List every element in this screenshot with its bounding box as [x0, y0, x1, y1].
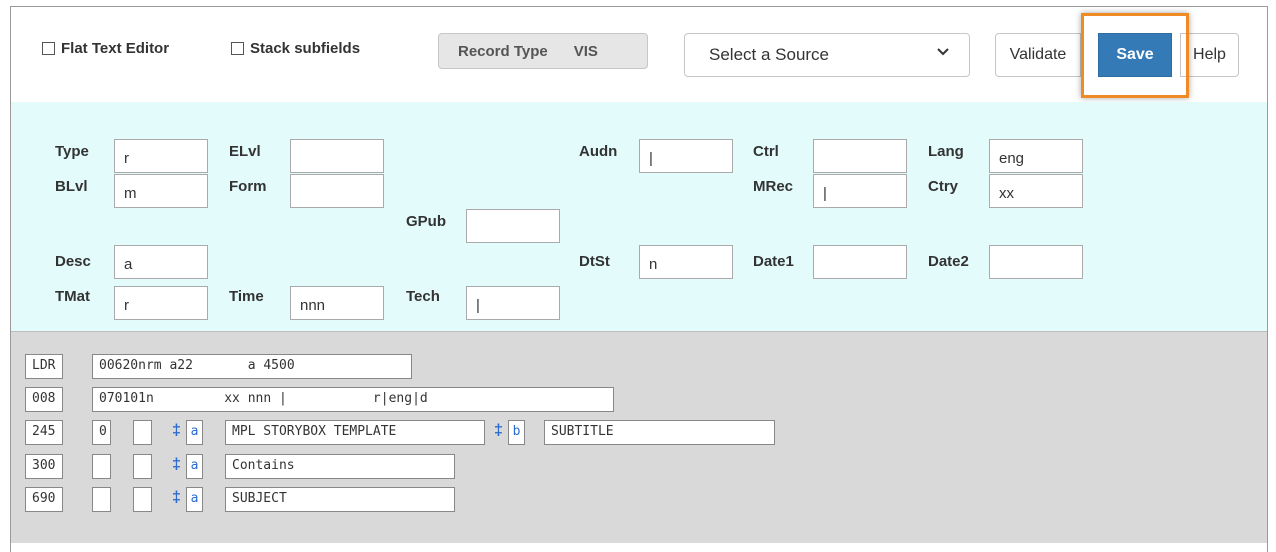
date2-label: Date2 — [928, 253, 969, 270]
chevron-down-icon — [937, 48, 949, 56]
245-subfield-code-b[interactable]: b — [508, 420, 525, 445]
subfield-delimiter: ‡ — [494, 422, 503, 439]
marc-row-300: 300 ‡ a Contains — [11, 454, 1267, 479]
008-tag[interactable]: 008 — [25, 387, 63, 412]
save-highlight-box — [1081, 13, 1189, 98]
record-type-badge: Record Type VIS — [438, 33, 648, 69]
type-field[interactable]: r — [114, 139, 208, 173]
flat-text-editor-label: Flat Text Editor — [61, 40, 170, 57]
245-subfield-a-value[interactable]: MPL STORYBOX TEMPLATE — [225, 420, 485, 445]
690-subfield-code-a[interactable]: a — [186, 487, 203, 512]
marc-row-ldr: LDR 00620nrm a22 a 4500 — [11, 354, 1267, 379]
tmat-label: TMat — [55, 288, 90, 305]
690-subfield-a-value[interactable]: SUBJECT — [225, 487, 455, 512]
tech-label: Tech — [406, 288, 440, 305]
checkbox-icon[interactable] — [42, 42, 55, 55]
ctry-label: Ctry — [928, 178, 959, 195]
gpub-field[interactable] — [466, 209, 560, 243]
marc-editor: Flat Text Editor Stack subfields Record … — [10, 6, 1268, 552]
dtst-label: DtSt — [579, 253, 610, 270]
lang-label: Lang — [928, 143, 964, 160]
gpub-label: GPub — [406, 213, 446, 230]
dtst-field[interactable]: n — [639, 245, 733, 279]
ctrl-field[interactable] — [813, 139, 907, 173]
ldr-tag[interactable]: LDR — [25, 354, 63, 379]
date2-field[interactable] — [989, 245, 1083, 279]
stack-subfields-checkbox[interactable]: Stack subfields — [231, 40, 360, 57]
300-subfield-code-a[interactable]: a — [186, 454, 203, 479]
tech-field[interactable]: | — [466, 286, 560, 320]
form-label: Form — [229, 178, 267, 195]
mrec-field[interactable]: | — [813, 174, 907, 208]
stack-subfields-label: Stack subfields — [250, 40, 361, 57]
audn-label: Audn — [579, 143, 618, 160]
ctry-field[interactable]: xx — [989, 174, 1083, 208]
008-value[interactable]: 070101n xx nnn | r|eng|d — [92, 387, 614, 412]
time-label: Time — [229, 288, 264, 305]
audn-field[interactable]: | — [639, 139, 733, 173]
245-subfield-code-a[interactable]: a — [186, 420, 203, 445]
marc-row-008: 008 070101n xx nnn | r|eng|d — [11, 387, 1267, 412]
245-subfield-b-value[interactable]: SUBTITLE — [544, 420, 775, 445]
fixed-fields-panel: Type r BLvl m Desc a TMat r ELvl Form Ti… — [11, 102, 1267, 332]
ctrl-label: Ctrl — [753, 143, 779, 160]
subfield-delimiter: ‡ — [172, 422, 181, 439]
300-ind2[interactable] — [133, 454, 152, 479]
flat-text-editor-checkbox[interactable]: Flat Text Editor — [42, 40, 169, 57]
subfield-delimiter: ‡ — [172, 489, 181, 506]
marc-fields-panel: LDR 00620nrm a22 a 4500 008 070101n xx n… — [11, 332, 1267, 543]
subfield-delimiter: ‡ — [172, 456, 181, 473]
desc-field[interactable]: a — [114, 245, 208, 279]
time-field[interactable]: nnn — [290, 286, 384, 320]
lang-field[interactable]: eng — [989, 139, 1083, 173]
245-ind2[interactable] — [133, 420, 152, 445]
validate-button[interactable]: Validate — [995, 33, 1081, 77]
blvl-field[interactable]: m — [114, 174, 208, 208]
date1-field[interactable] — [813, 245, 907, 279]
690-ind1[interactable] — [92, 487, 111, 512]
record-type-label: Record Type — [458, 42, 548, 60]
record-type-value: VIS — [573, 42, 598, 60]
source-select-value: Select a Source — [709, 45, 830, 64]
form-field[interactable] — [290, 174, 384, 208]
300-subfield-a-value[interactable]: Contains — [225, 454, 455, 479]
ldr-value[interactable]: 00620nrm a22 a 4500 — [92, 354, 412, 379]
marc-row-690: 690 ‡ a SUBJECT — [11, 487, 1267, 512]
date1-label: Date1 — [753, 253, 794, 270]
elvl-field[interactable] — [290, 139, 384, 173]
marc-row-245: 245 0 ‡ a MPL STORYBOX TEMPLATE ‡ b SUBT… — [11, 420, 1267, 445]
type-label: Type — [55, 143, 89, 160]
elvl-label: ELvl — [229, 143, 261, 160]
blvl-label: BLvl — [55, 178, 88, 195]
tmat-field[interactable]: r — [114, 286, 208, 320]
editor-toolbar: Flat Text Editor Stack subfields Record … — [11, 7, 1267, 103]
mrec-label: MRec — [753, 178, 794, 195]
300-ind1[interactable] — [92, 454, 111, 479]
690-tag[interactable]: 690 — [25, 487, 63, 512]
checkbox-icon[interactable] — [231, 42, 244, 55]
desc-label: Desc — [55, 253, 91, 270]
300-tag[interactable]: 300 — [25, 454, 63, 479]
245-ind1[interactable]: 0 — [92, 420, 111, 445]
source-select[interactable]: Select a Source — [684, 33, 970, 77]
690-ind2[interactable] — [133, 487, 152, 512]
245-tag[interactable]: 245 — [25, 420, 63, 445]
